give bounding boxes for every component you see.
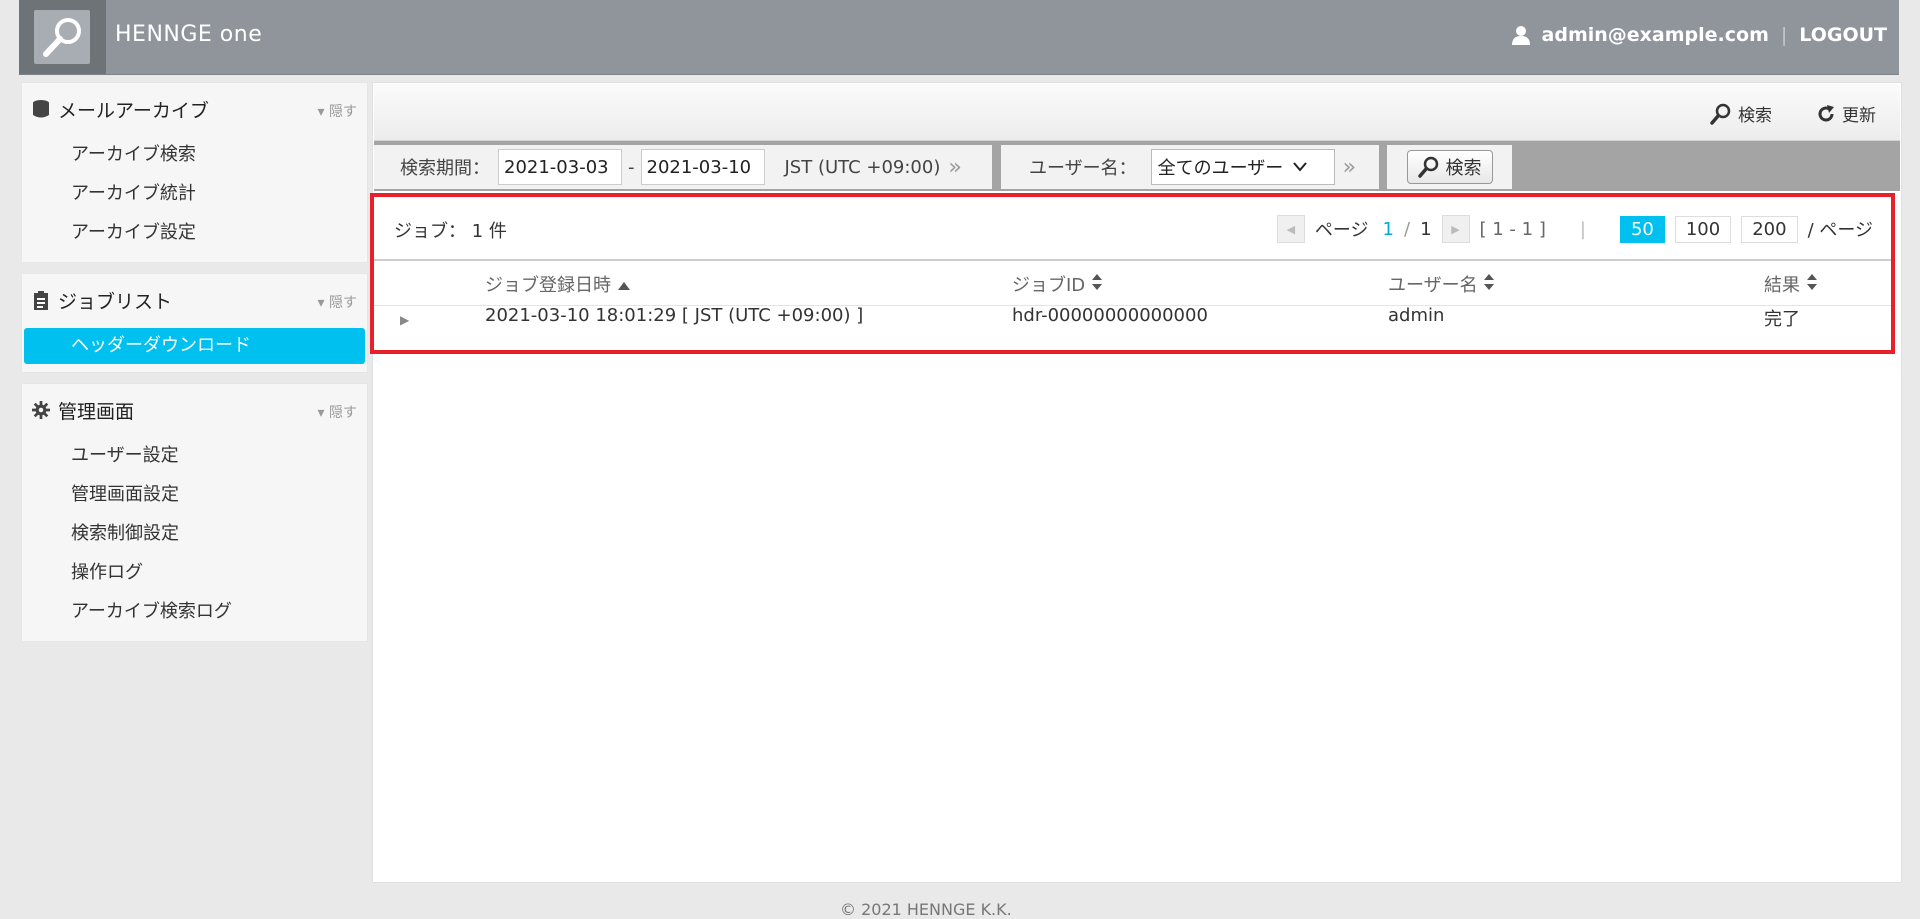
search-icon — [1710, 103, 1731, 125]
refresh-icon — [1818, 104, 1834, 121]
sidebar-group-job-list: ジョブリスト ▾ 隠す ヘッダーダウンロード — [21, 273, 368, 373]
sort-asc-icon — [617, 282, 630, 290]
sidebar-group-header[interactable]: メールアーカイブ ▾ 隠す — [22, 83, 367, 135]
chevron-down-icon — [1293, 162, 1308, 172]
user-email[interactable]: admin@example.com — [1542, 24, 1769, 46]
footer-copyright: © 2021 HENNGE K.K. — [840, 900, 1012, 919]
sidebar-item-archive-search[interactable]: アーカイブ検索 — [22, 135, 367, 174]
sidebar-group-admin: 管理画面 ▾ 隠す ユーザー設定 管理画面設定 検索制御設定 操作ログ アーカイ… — [21, 383, 368, 642]
date-dash: - — [628, 156, 635, 178]
date-from-input[interactable] — [498, 149, 622, 185]
sidebar-item-header-download[interactable]: ヘッダーダウンロード — [24, 328, 365, 364]
filter-search-button[interactable]: 検索 — [1406, 150, 1493, 184]
logo[interactable] — [19, 0, 106, 74]
page-size-200[interactable]: 200 — [1741, 215, 1798, 243]
user-area: admin@example.com | LOGOUT — [1511, 24, 1887, 46]
gear-icon — [32, 401, 50, 419]
period-label: 検索期間： — [400, 158, 490, 179]
hide-toggle[interactable]: ▾ 隠す — [318, 101, 357, 121]
logout-link[interactable]: LOGOUT — [1799, 24, 1887, 46]
sort-icon — [1806, 274, 1817, 290]
sidebar-item-archive-stats[interactable]: アーカイブ統計 — [22, 174, 367, 213]
column-header-user[interactable]: ユーザー名 — [1388, 271, 1495, 297]
page-range: [ 1 - 1 ] — [1479, 218, 1546, 240]
user-select[interactable]: 全てのユーザー — [1150, 149, 1335, 185]
hide-toggle[interactable]: ▾ 隠す — [318, 292, 357, 312]
job-id-cell: hdr-00000000000000 — [1012, 305, 1208, 326]
database-icon — [33, 100, 49, 118]
sidebar-item-user-settings[interactable]: ユーザー設定 — [22, 436, 367, 475]
expand-row-icon[interactable]: ▶ — [400, 313, 409, 327]
page-size-50[interactable]: 50 — [1619, 215, 1665, 243]
page-label: ページ — [1314, 220, 1369, 241]
sort-icon — [1091, 274, 1102, 290]
date-to-input[interactable] — [640, 149, 765, 185]
filter-bar: 検索期間： - JST (UTC +09:00) » ユーザー名： 全てのユーザ… — [374, 141, 1900, 191]
next-page-button[interactable]: ▶ — [1441, 215, 1470, 243]
prev-page-button[interactable]: ◀ — [1276, 215, 1305, 243]
job-table-header: ジョブ登録日時 ジョブID ユーザー名 結果 — [374, 259, 1891, 306]
sidebar-group-header[interactable]: 管理画面 ▾ 隠す — [22, 384, 367, 436]
sidebar-group-mail-archive: メールアーカイブ ▾ 隠す アーカイブ検索 アーカイブ統計 アーカイブ設定 — [21, 82, 368, 263]
page-slash: / — [1403, 218, 1411, 240]
column-header-date[interactable]: ジョブ登録日時 — [485, 271, 631, 297]
toolbar: 検索 更新 — [374, 84, 1900, 141]
chevron-double-right-icon: » — [948, 154, 962, 180]
sidebar-item-archive-settings[interactable]: アーカイブ設定 — [22, 213, 367, 252]
main-panel: 検索 更新 検索期間： - JST (UTC +09:00) » ユーザー名： … — [370, 82, 1902, 883]
sidebar-group-title: ジョブリスト — [58, 290, 173, 313]
job-date-cell: 2021-03-10 18:01:29 [ JST (UTC +09:00) ] — [485, 305, 864, 326]
user-icon — [1511, 26, 1530, 45]
sidebar-item-admin-settings[interactable]: 管理画面設定 — [22, 475, 367, 514]
hide-toggle[interactable]: ▾ 隠す — [318, 402, 357, 422]
logo-tile — [34, 10, 90, 64]
sidebar: メールアーカイブ ▾ 隠す アーカイブ検索 アーカイブ統計 アーカイブ設定 ジョ… — [21, 82, 368, 652]
job-user-cell: admin — [1388, 305, 1445, 326]
sort-icon — [1484, 274, 1495, 290]
sidebar-group-title: メールアーカイブ — [58, 99, 209, 122]
job-result-cell: 完了 — [1764, 309, 1800, 330]
current-page[interactable]: 1 — [1383, 219, 1394, 240]
chevron-double-right-icon: » — [1342, 154, 1357, 180]
refresh-button[interactable]: 更新 — [1816, 101, 1876, 126]
header-separator: | — [1780, 24, 1788, 46]
period-filter: 検索期間： - JST (UTC +09:00) » — [374, 145, 992, 189]
job-results-highlight: ジョブ： 1 件 ◀ ページ 1 / 1 ▶ [ 1 - 1 ] | 50 10… — [370, 193, 1895, 354]
brand-name: HENNGE one — [115, 22, 263, 47]
search-segment: 検索 — [1387, 145, 1512, 189]
sidebar-group-title: 管理画面 — [58, 400, 135, 423]
job-count: ジョブ： 1 件 — [394, 221, 507, 242]
search-icon — [1417, 156, 1438, 178]
sidebar-item-search-control[interactable]: 検索制御設定 — [22, 514, 367, 553]
total-pages: 1 — [1420, 218, 1432, 240]
sidebar-group-header[interactable]: ジョブリスト ▾ 隠す — [22, 274, 367, 326]
table-row[interactable]: ▶ 2021-03-10 18:01:29 [ JST (UTC +09:00)… — [374, 305, 1891, 335]
timezone-label: JST (UTC +09:00) — [784, 156, 941, 178]
pagination: ◀ ページ 1 / 1 ▶ [ 1 - 1 ] | 50 100 200 / ペ… — [1276, 215, 1873, 243]
magnifier-logo-icon — [43, 18, 81, 57]
pager-divider: | — [1579, 218, 1586, 240]
column-header-result[interactable]: 結果 — [1764, 271, 1818, 297]
sidebar-item-archive-search-log[interactable]: アーカイブ検索ログ — [22, 592, 367, 631]
user-filter: ユーザー名： 全てのユーザー » — [1001, 145, 1379, 189]
top-header: HENNGE one admin@example.com | LOGOUT — [19, 0, 1899, 75]
user-label: ユーザー名： — [1029, 158, 1137, 179]
clipboard-icon — [34, 291, 48, 310]
sidebar-item-operation-log[interactable]: 操作ログ — [22, 553, 367, 592]
per-page-label: / ページ — [1807, 220, 1873, 241]
search-toolbar-button[interactable]: 検索 — [1710, 101, 1772, 126]
column-header-job-id[interactable]: ジョブID — [1012, 271, 1103, 297]
page-size-100[interactable]: 100 — [1674, 215, 1732, 243]
